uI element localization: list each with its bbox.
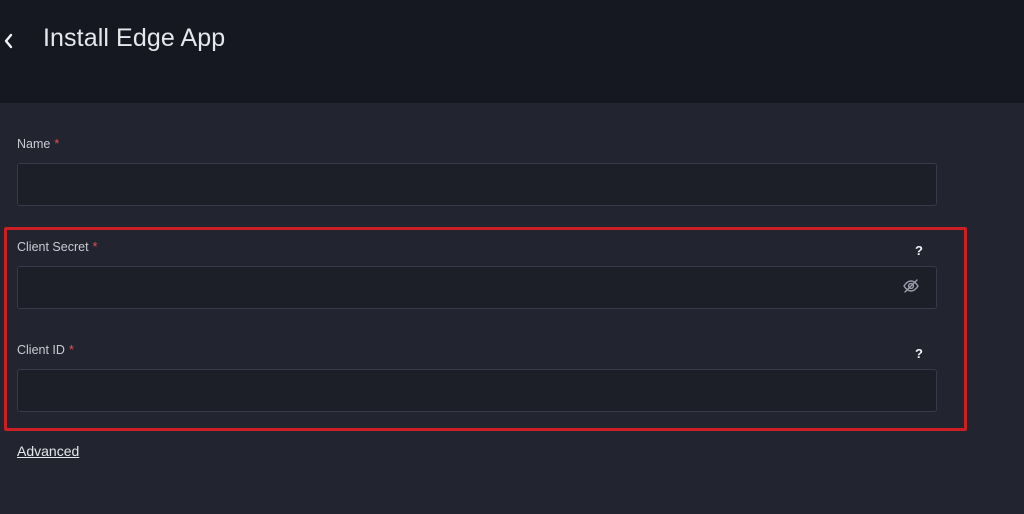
top-header: Install Edge App xyxy=(0,0,1024,103)
client-secret-input[interactable] xyxy=(17,266,937,309)
page-title: Install Edge App xyxy=(43,24,226,52)
required-marker: * xyxy=(92,240,98,254)
required-marker: * xyxy=(54,137,60,151)
eye-off-icon[interactable] xyxy=(902,277,920,295)
client-secret-label-text: Client Secret xyxy=(17,240,89,254)
name-input[interactable] xyxy=(17,163,937,206)
advanced-link[interactable]: Advanced xyxy=(17,443,79,459)
required-marker: * xyxy=(68,343,74,357)
name-label-text: Name xyxy=(17,137,51,151)
client-secret-label: Client Secret * xyxy=(17,240,97,254)
client-id-help-icon[interactable]: ? xyxy=(912,346,926,362)
chevron-left-icon xyxy=(4,33,13,49)
client-id-input[interactable] xyxy=(17,369,937,412)
client-id-label: Client ID * xyxy=(17,343,74,357)
name-label: Name * xyxy=(17,137,59,151)
client-id-label-text: Client ID xyxy=(17,343,65,357)
client-secret-help-icon[interactable]: ? xyxy=(912,243,926,259)
back-button[interactable] xyxy=(0,26,16,56)
